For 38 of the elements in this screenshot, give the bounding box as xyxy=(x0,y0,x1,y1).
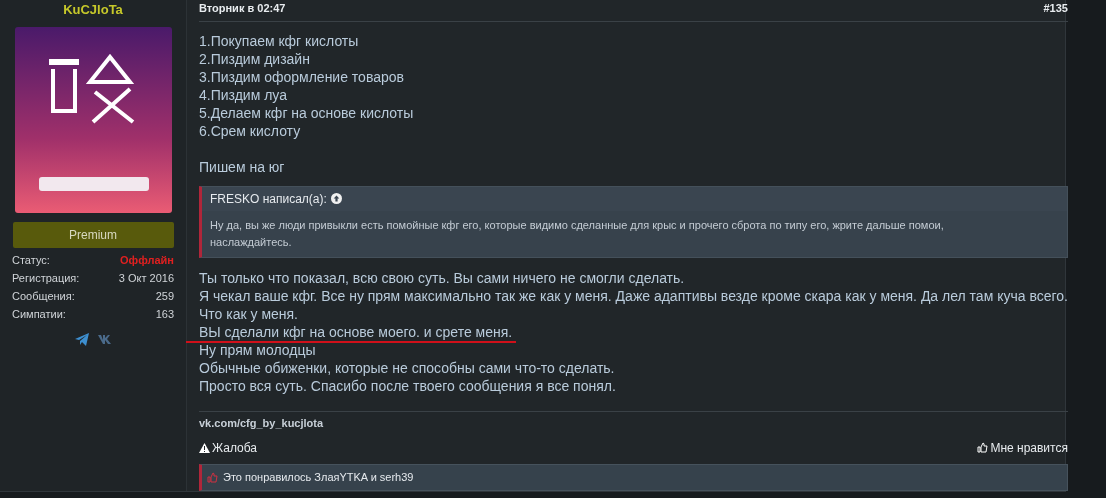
post-text: 1.Покупаем кфг кислоты xyxy=(199,31,360,50)
post-text: 2.Пиздим дизайн xyxy=(199,49,311,68)
premium-badge: Premium xyxy=(12,222,174,248)
post-text: ВЫ сделали кфг на основе моего. и срете меня. xyxy=(199,323,513,340)
username[interactable]: KuCJloTa xyxy=(63,1,123,21)
signature-link[interactable]: vk.com/cfg_by_kucjlota xyxy=(199,416,324,429)
quote-text: Ну да, вы же люди привыкли есть помойные кфг его, которые видимо сделанные для крыс и прочего сброта по типу его, жрите дальше помои, наслаждайтесь. xyxy=(209,217,945,250)
post-text: Ну прям молодцы xyxy=(199,341,316,358)
post-text: Обычные обиженки, которые не способны сами что-то сделать. xyxy=(199,359,615,376)
post-text: Ты только что показал, всю свою суть. Вы сами ничего не смогли сделать. xyxy=(199,269,685,286)
telegram-icon[interactable] xyxy=(74,333,90,346)
post-text: Что как у меня. xyxy=(199,305,298,322)
thumbs-up-icon xyxy=(207,471,218,483)
stat-value: 163 xyxy=(155,307,174,321)
post-text: Просто вся суть. Спасибо после твоего сообщения я все понял. xyxy=(199,377,616,394)
arrow-up-icon[interactable] xyxy=(330,193,342,205)
quote-author[interactable]: FRESKO написал(а): xyxy=(210,191,327,206)
report-button[interactable]: Жалоба xyxy=(199,440,257,455)
vk-icon[interactable] xyxy=(97,335,112,344)
post-text: 4.Пиздим луа xyxy=(199,85,288,104)
stat-label: Сообщения: xyxy=(12,289,75,303)
post-text: Я чекал ваше кфг. Все ну прям максимально так же как у меня. Даже адаптивы везде кроме скара как у меня. Да лел там куча всего. xyxy=(199,287,1068,304)
stat-label: Симпатии: xyxy=(12,307,66,321)
likes-text: Это понравилось ЗлаяYTKA и serh39 xyxy=(223,471,414,484)
post-text: 3.Пиздим оформление товаров xyxy=(199,67,405,86)
stat-label: Статус: xyxy=(12,253,50,267)
post-text: 5.Делаем кфг на основе кислоты xyxy=(199,103,415,122)
post-text: Пишем на юг xyxy=(199,157,286,176)
warning-icon xyxy=(199,442,210,453)
like-button[interactable]: Мне нравится xyxy=(977,440,1068,455)
post-text: 6.Срем кислоту xyxy=(199,121,302,140)
stat-value: 3 Окт 2016 xyxy=(118,271,174,285)
stat-value: Оффлайн xyxy=(119,253,174,267)
post-number[interactable]: #135 xyxy=(1043,0,1068,21)
post-date[interactable]: Вторник в 02:47 xyxy=(199,0,286,21)
stat-label: Регистрация: xyxy=(12,271,80,285)
stat-value: 259 xyxy=(155,289,174,303)
thumbs-up-icon xyxy=(977,442,989,454)
